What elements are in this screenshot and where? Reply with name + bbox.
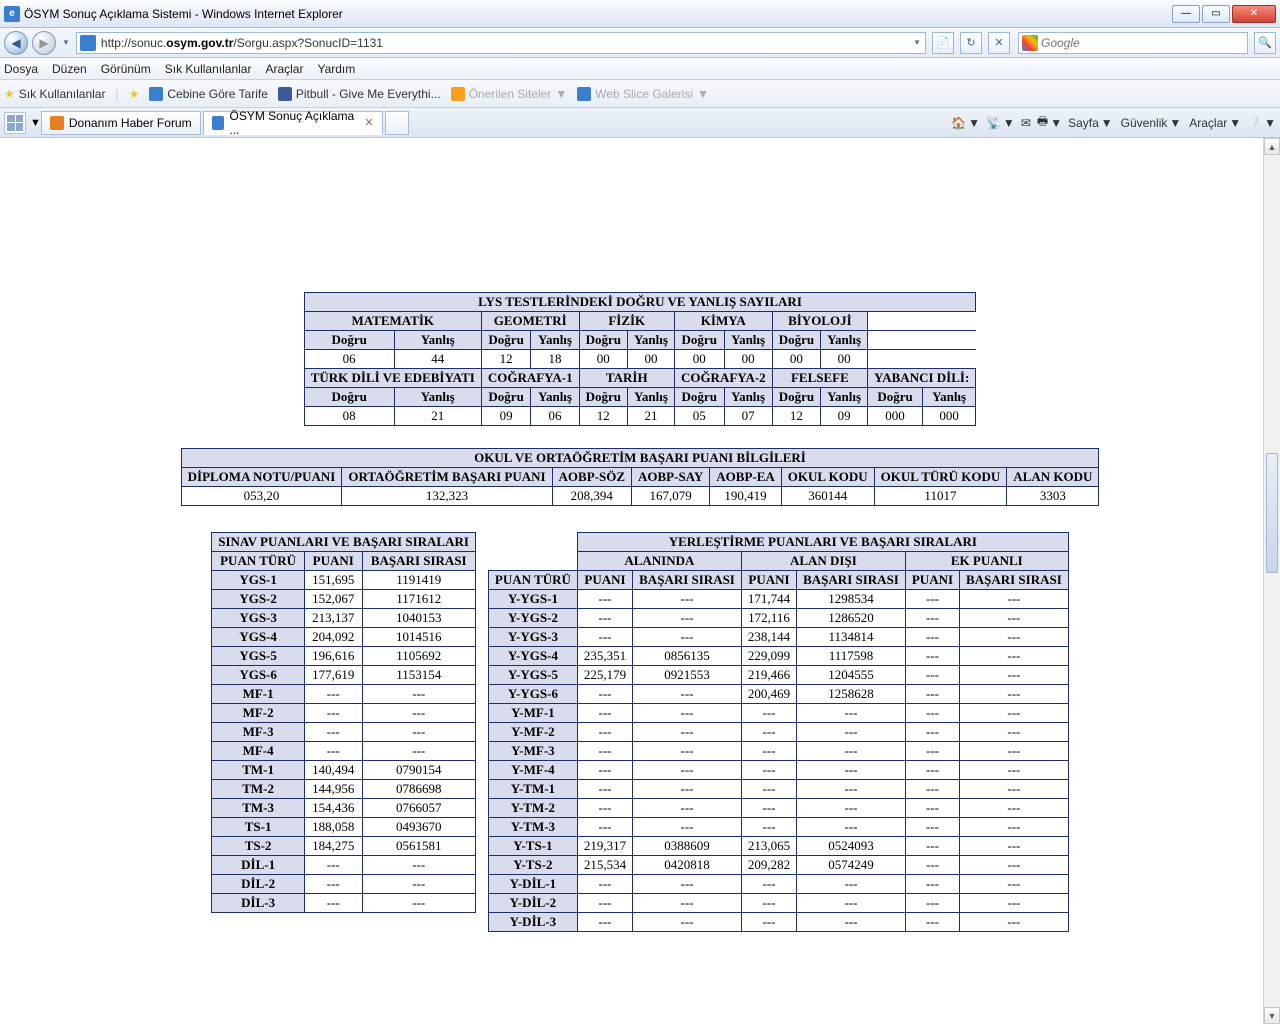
menu-bar: Dosya Düzen Görünüm Sık Kullanılanlar Araçla… — [0, 58, 1280, 80]
bookmark-item[interactable]: Cebine Göre Tarife — [149, 87, 268, 101]
add-favorite-button[interactable]: ★ — [129, 87, 140, 101]
cmd-araçlar[interactable]: Araçlar▼ — [1189, 116, 1241, 130]
obp-table: OKUL VE ORTAÖĞRETİM BAŞARI PUANI BİLGİLE… — [181, 448, 1100, 506]
refresh-button[interactable]: ↻ — [960, 32, 982, 54]
back-button[interactable]: ◀ — [4, 31, 28, 55]
window-titlebar: e ÖSYM Sonuç Açıklama Sistemi - Windows … — [0, 0, 1280, 28]
window-title: ÖSYM Sonuç Açıklama Sistemi - Windows In… — [24, 7, 1172, 21]
page-favicon-icon — [80, 35, 96, 51]
tab[interactable]: ÖSYM Sonuç Açıklama ...✕ — [203, 111, 383, 135]
star-icon: ★ — [4, 87, 15, 101]
quicktabs-dropdown[interactable]: ▼ — [30, 117, 41, 129]
maximize-button[interactable]: ▭ — [1202, 5, 1230, 23]
search-box[interactable] — [1018, 32, 1248, 54]
vertical-scrollbar[interactable]: ▲ ▼ — [1263, 138, 1280, 1024]
minimize-button[interactable]: — — [1172, 5, 1200, 23]
mail-button[interactable]: ✉ — [1021, 116, 1031, 130]
cmd-güvenlik[interactable]: Güvenlik▼ — [1121, 116, 1182, 130]
tab-bar: ▼ Donanım Haber ForumÖSYM Sonuç Açıklama… — [0, 108, 1280, 138]
bookmark-icon — [451, 87, 465, 101]
print-button[interactable]: 🖶▼ — [1037, 112, 1062, 133]
new-tab-button[interactable] — [385, 111, 409, 135]
help-button[interactable]: ❔▼ — [1247, 116, 1276, 130]
forward-button[interactable]: ▶ — [32, 31, 56, 55]
home-button[interactable]: 🏠▼ — [951, 116, 980, 130]
address-dropdown[interactable]: ▼ — [909, 38, 925, 47]
scroll-down-button[interactable]: ▼ — [1264, 1007, 1280, 1024]
yerlestirme-table: YERLEŞTİRME PUANLARI VE BAŞARI SIRALARIA… — [488, 532, 1069, 932]
google-icon — [1022, 35, 1038, 51]
bookmarks-bar: ★Sık Kullanılanlar | ★ Cebine Göre Tarif… — [0, 80, 1280, 108]
close-button[interactable]: ✕ — [1232, 5, 1276, 23]
cmd-sayfa[interactable]: Sayfa▼ — [1068, 116, 1113, 130]
lys-table: LYS TESTLERİNDEKİ DOĞRU VE YANLIŞ SAYILA… — [304, 292, 977, 426]
command-bar: 🏠▼ 📡▼ ✉ 🖶▼ Sayfa▼ Güvenlik▼ Araçlar▼ ❔▼ — [951, 112, 1276, 133]
address-bar[interactable]: http://sonuc.osym.gov.tr/Sorgu.aspx?Sonu… — [76, 32, 926, 54]
navigation-bar: ◀ ▶ ▼ http://sonuc.osym.gov.tr/Sorgu.asp… — [0, 28, 1280, 58]
ie-icon: e — [4, 6, 20, 22]
menu-görünüm[interactable]: Görünüm — [101, 62, 151, 76]
bookmark-item[interactable]: Web Slice Galerisi▼ — [577, 87, 709, 101]
search-input[interactable] — [1041, 36, 1247, 50]
tab-favicon-icon — [50, 116, 64, 130]
feeds-button[interactable]: 📡▼ — [986, 116, 1015, 130]
bookmark-item[interactable]: Pitbull - Give Me Everythi... — [278, 87, 441, 101]
sinav-table: SINAV PUANLARI VE BAŞARI SIRALARIPUAN TÜ… — [211, 532, 476, 913]
star-add-icon: ★ — [129, 87, 140, 101]
menu-yardım[interactable]: Yardım — [317, 62, 355, 76]
tab-close-icon[interactable]: ✕ — [364, 116, 373, 129]
url-text[interactable]: http://sonuc.osym.gov.tr/Sorgu.aspx?Sonu… — [99, 36, 909, 50]
quicktabs-button[interactable] — [4, 112, 26, 134]
menu-araçlar[interactable]: Araçlar — [265, 62, 303, 76]
nav-history-dropdown[interactable]: ▼ — [60, 38, 72, 47]
compat-view-button[interactable]: 📄 — [932, 32, 954, 54]
page-content: LYS TESTLERİNDEKİ DOĞRU VE YANLIŞ SAYILA… — [0, 138, 1280, 936]
bookmark-icon — [577, 87, 591, 101]
bookmark-item[interactable]: Önerilen Siteler▼ — [451, 87, 568, 101]
tab[interactable]: Donanım Haber Forum — [41, 111, 201, 135]
bookmark-icon — [278, 87, 292, 101]
bookmark-icon — [149, 87, 163, 101]
scroll-thumb[interactable] — [1266, 453, 1278, 573]
menu-dosya[interactable]: Dosya — [4, 62, 38, 76]
scroll-up-button[interactable]: ▲ — [1264, 138, 1280, 155]
stop-button[interactable]: ✕ — [988, 32, 1010, 54]
tab-favicon-icon — [212, 116, 225, 130]
search-go-button[interactable]: 🔍 — [1254, 32, 1276, 54]
scroll-track[interactable] — [1264, 155, 1280, 1007]
menu-sık kullanılanlar[interactable]: Sık Kullanılanlar — [165, 62, 252, 76]
favorites-button[interactable]: ★Sık Kullanılanlar — [4, 87, 105, 101]
menu-düzen[interactable]: Düzen — [52, 62, 87, 76]
page-viewport: LYS TESTLERİNDEKİ DOĞRU VE YANLIŞ SAYILA… — [0, 138, 1280, 1024]
